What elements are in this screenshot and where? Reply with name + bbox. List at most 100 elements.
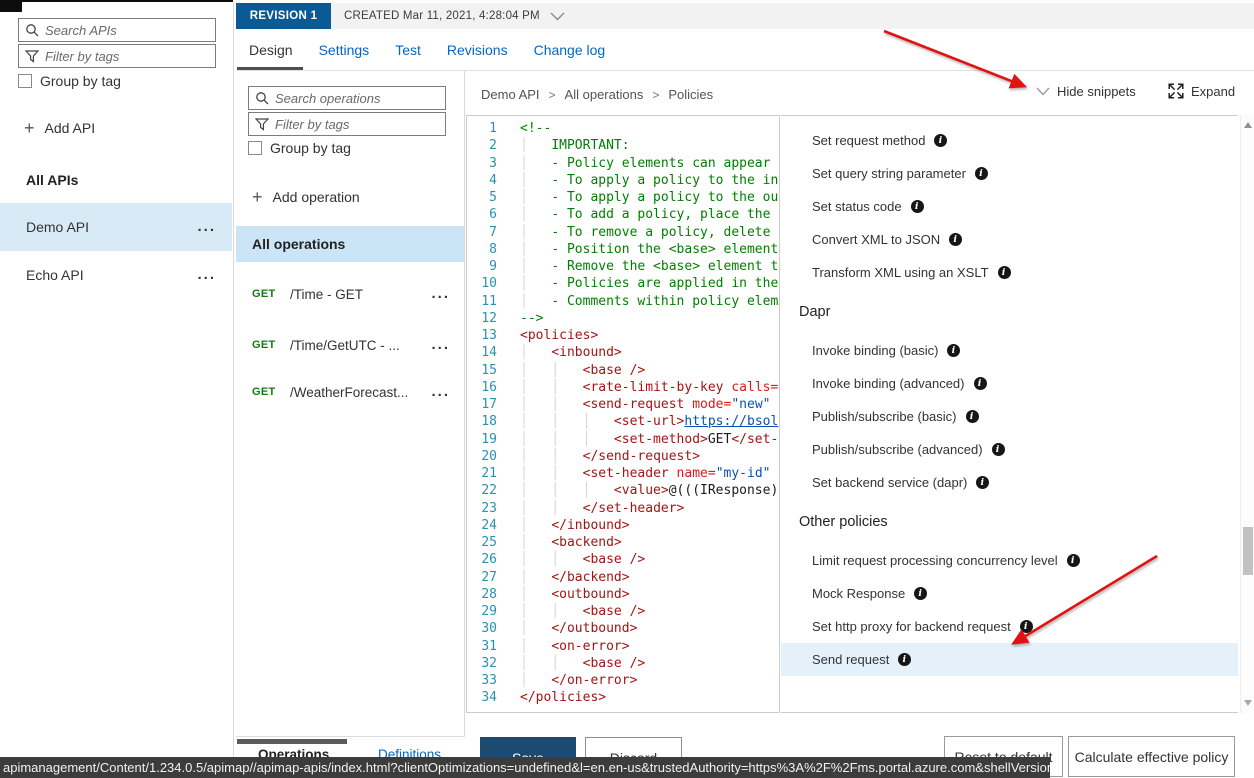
breadcrumb-item-demo-api[interactable]: Demo API bbox=[481, 87, 540, 102]
snippet-item-set-status-code[interactable]: Set status codei bbox=[781, 190, 1238, 223]
expand-icon bbox=[1168, 83, 1184, 99]
group-by-tag-row[interactable]: Group by tag bbox=[18, 73, 121, 89]
snippet-item-publish-subscribe-advanced[interactable]: Publish/subscribe (advanced)i bbox=[781, 433, 1238, 466]
search-operations-input[interactable] bbox=[275, 91, 439, 106]
snippet-item-set-backend-service-dapr[interactable]: Set backend service (dapr)i bbox=[781, 466, 1238, 499]
info-icon[interactable]: i bbox=[998, 266, 1011, 279]
tab-change-log[interactable]: Change log bbox=[534, 30, 606, 70]
chevron-down-icon[interactable] bbox=[550, 12, 565, 21]
snippets-scrollbar[interactable] bbox=[1240, 115, 1254, 713]
scrollbar-down-arrow[interactable] bbox=[1244, 700, 1252, 706]
snippet-item-publish-subscribe-basic[interactable]: Publish/subscribe (basic)i bbox=[781, 400, 1238, 433]
line-number: 4 bbox=[467, 172, 507, 189]
code-line: 27│ </backend> bbox=[467, 569, 779, 586]
filter-icon bbox=[25, 50, 39, 63]
code-token: "new" bbox=[731, 397, 770, 412]
ops-group-by-tag-checkbox[interactable] bbox=[248, 141, 262, 155]
snippet-item-set-request-method[interactable]: Set request methodi bbox=[781, 124, 1238, 157]
info-icon[interactable]: i bbox=[934, 134, 947, 147]
operation-row-weatherforecast[interactable]: GET/WeatherForecast...... bbox=[236, 372, 464, 412]
indent-guide: │ bbox=[520, 345, 551, 360]
context-menu-icon[interactable]: ... bbox=[431, 341, 450, 349]
snippet-label: Invoke binding (advanced) bbox=[812, 376, 965, 391]
snippet-item-invoke-binding-advanced[interactable]: Invoke binding (advanced) i bbox=[781, 367, 1238, 400]
context-menu-icon[interactable]: ... bbox=[431, 290, 450, 298]
info-icon[interactable]: i bbox=[898, 653, 911, 666]
info-icon[interactable]: i bbox=[947, 344, 960, 357]
search-apis-input[interactable] bbox=[45, 23, 209, 38]
line-number: 9 bbox=[467, 258, 507, 275]
all-operations-row[interactable]: All operations bbox=[236, 226, 464, 262]
indent-guide: │ bbox=[520, 225, 551, 240]
context-menu-icon[interactable]: ... bbox=[431, 388, 450, 396]
scrollbar-up-arrow[interactable] bbox=[1244, 122, 1252, 128]
code-token: <set-header bbox=[583, 466, 669, 481]
code-token: <on-error> bbox=[551, 639, 629, 654]
code-text: │ │ <send-request mode="new" bbox=[507, 396, 770, 413]
info-icon[interactable]: i bbox=[1067, 554, 1080, 567]
line-number: 22 bbox=[467, 482, 507, 499]
add-api-button[interactable]: + Add API bbox=[24, 120, 95, 136]
snippet-item-invoke-binding-basic[interactable]: Invoke binding (basic)i bbox=[781, 334, 1238, 367]
tab-design[interactable]: Design bbox=[249, 30, 293, 70]
snippet-item-mock-response[interactable]: Mock Responsei bbox=[781, 577, 1238, 610]
context-menu-icon[interactable]: ... bbox=[197, 223, 216, 231]
tab-test[interactable]: Test bbox=[395, 30, 421, 70]
snippet-group-header-dapr: Dapr bbox=[781, 289, 1238, 334]
operation-row-time-get[interactable]: GET/Time - GET... bbox=[236, 274, 464, 314]
scrollbar-thumb[interactable] bbox=[1243, 527, 1253, 575]
line-number: 15 bbox=[467, 362, 507, 379]
policy-code-editor[interactable]: 1<!--2│ IMPORTANT:3│ - Policy elements c… bbox=[466, 115, 780, 713]
api-list-item-demo-api[interactable]: Demo API... bbox=[0, 203, 232, 251]
operation-row-time-getutc[interactable]: GET/Time/GetUTC - ...... bbox=[236, 325, 464, 365]
snippet-item-limit-request-processing-concurrency-level[interactable]: Limit request processing concurrency lev… bbox=[781, 544, 1238, 577]
snippet-item-set-http-proxy-for-backend-request[interactable]: Set http proxy for backend requesti bbox=[781, 610, 1238, 643]
tab-revisions[interactable]: Revisions bbox=[447, 30, 508, 70]
code-token: <outbound> bbox=[551, 587, 629, 602]
api-sidebar: Group by tag + Add API All APIs Demo API… bbox=[0, 0, 232, 757]
filter-operations-input[interactable] bbox=[275, 117, 439, 132]
snippet-label: Send request bbox=[812, 652, 889, 667]
breadcrumb-item-policies[interactable]: Policies bbox=[668, 87, 713, 102]
info-icon[interactable]: i bbox=[992, 443, 1005, 456]
info-icon[interactable]: i bbox=[975, 167, 988, 180]
info-icon[interactable]: i bbox=[966, 410, 979, 423]
info-icon[interactable]: i bbox=[976, 476, 989, 489]
line-number: 11 bbox=[467, 293, 507, 310]
indent-guide: │ bbox=[520, 294, 551, 309]
code-line: 3│ - Policy elements can appear bbox=[467, 155, 779, 172]
line-number: 1 bbox=[467, 120, 507, 137]
info-icon[interactable]: i bbox=[1020, 620, 1033, 633]
snippet-item-transform-xml-using-an-xslt[interactable]: Transform XML using an XSLTi bbox=[781, 256, 1238, 289]
ops-group-by-tag-row[interactable]: Group by tag bbox=[248, 140, 351, 156]
hide-snippets-button[interactable]: Hide snippets bbox=[1036, 84, 1136, 99]
code-line: 5│ - To apply a policy to the ou bbox=[467, 189, 779, 206]
calculate-effective-policy-button[interactable]: Calculate effective policy bbox=[1068, 736, 1235, 777]
code-token: <inbound> bbox=[551, 345, 621, 360]
add-operation-button[interactable]: + Add operation bbox=[252, 189, 360, 205]
snippet-label: Set query string parameter bbox=[812, 166, 966, 181]
context-menu-icon[interactable]: ... bbox=[197, 271, 216, 279]
line-number: 32 bbox=[467, 655, 507, 672]
snippet-item-set-query-string-parameter[interactable]: Set query string parameter i bbox=[781, 157, 1238, 190]
line-number: 14 bbox=[467, 344, 507, 361]
info-icon[interactable]: i bbox=[974, 377, 987, 390]
api-list-item-echo-api[interactable]: Echo API... bbox=[0, 251, 232, 299]
info-icon[interactable]: i bbox=[949, 233, 962, 246]
code-token: </send-request> bbox=[583, 449, 700, 464]
info-icon[interactable]: i bbox=[911, 200, 924, 213]
breadcrumb-item-all-operations[interactable]: All operations bbox=[565, 87, 644, 102]
snippet-item-send-request[interactable]: Send request i bbox=[781, 643, 1238, 676]
snippet-item-convert-xml-to-json[interactable]: Convert XML to JSONi bbox=[781, 223, 1238, 256]
expand-button[interactable]: Expand bbox=[1168, 83, 1235, 99]
tab-settings[interactable]: Settings bbox=[319, 30, 370, 70]
code-text: │ - To apply a policy to the ou bbox=[507, 189, 778, 206]
code-token: --> bbox=[520, 311, 543, 326]
code-text: │ │ <set-header name="my-id" bbox=[507, 465, 770, 482]
group-by-tag-checkbox[interactable] bbox=[18, 74, 32, 88]
info-icon[interactable]: i bbox=[914, 587, 927, 600]
line-number: 29 bbox=[467, 603, 507, 620]
filter-apis-input[interactable] bbox=[45, 49, 209, 64]
line-number: 33 bbox=[467, 672, 507, 689]
code-text: │ │ <base /> bbox=[507, 603, 645, 620]
